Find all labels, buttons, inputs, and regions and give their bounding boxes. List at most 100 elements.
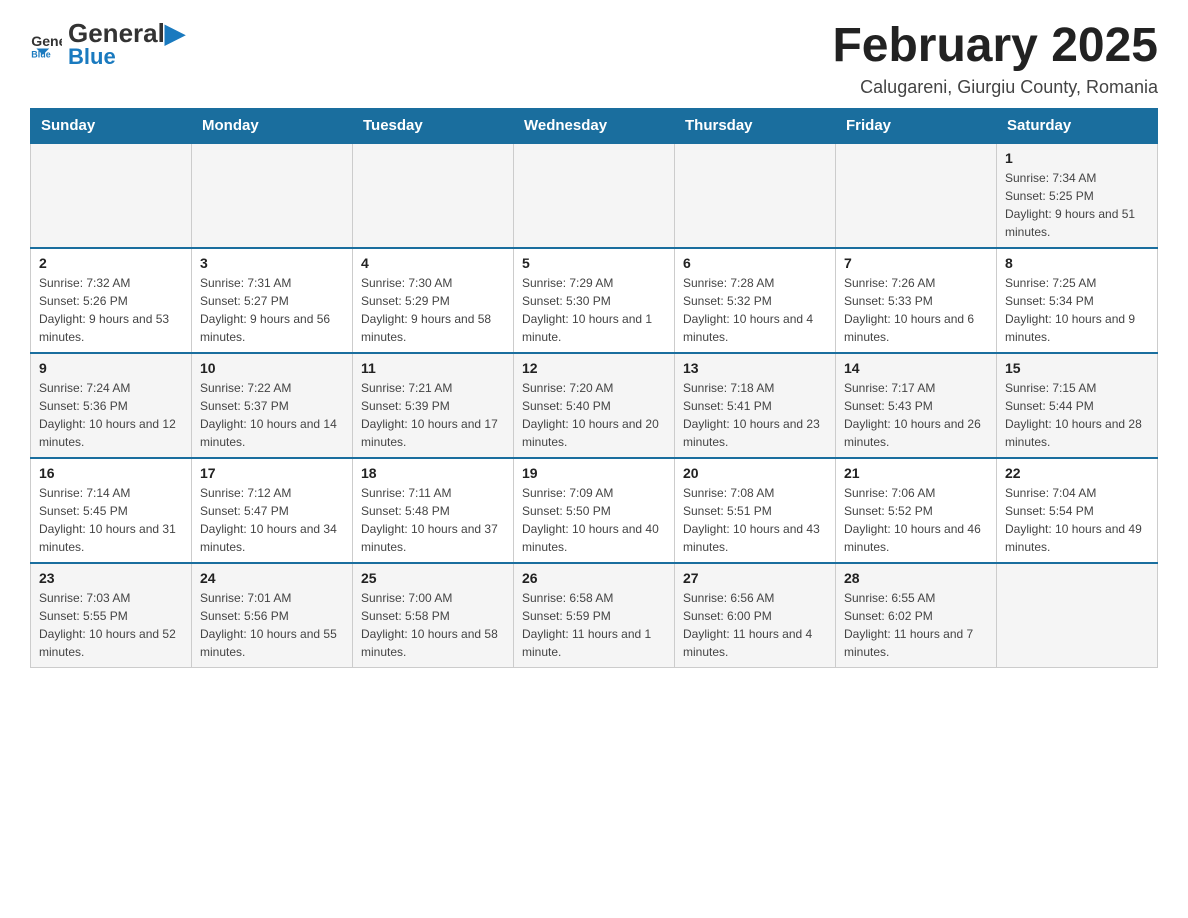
calendar-cell-w2-d2: 3Sunrise: 7:31 AMSunset: 5:27 PMDaylight…: [192, 248, 353, 353]
day-info: Sunrise: 7:04 AMSunset: 5:54 PMDaylight:…: [1005, 484, 1149, 556]
day-number: 13: [683, 360, 827, 376]
day-number: 17: [200, 465, 344, 481]
day-info: Sunrise: 7:34 AMSunset: 5:25 PMDaylight:…: [1005, 169, 1149, 241]
day-number: 15: [1005, 360, 1149, 376]
calendar-cell-w4-d4: 19Sunrise: 7:09 AMSunset: 5:50 PMDayligh…: [514, 458, 675, 563]
day-number: 20: [683, 465, 827, 481]
calendar-cell-w2-d1: 2 Sunrise: 7:32 AMSunset: 5:26 PMDaylight…: [31, 248, 192, 353]
calendar-header-row: Sunday Monday Tuesday Wednesday Thursday…: [31, 108, 1158, 143]
calendar-cell-w5-d3: 25 Sunrise: 7:00 AMSunset: 5:58 PMDayligh…: [353, 563, 514, 668]
logo-triangle-icon: ▶: [165, 18, 185, 48]
calendar-cell-w3-d7: 15Sunrise: 7:15 AMSunset: 5:44 PMDayligh…: [997, 353, 1158, 458]
month-title: February 2025: [832, 20, 1158, 73]
svg-text:General: General: [31, 33, 62, 49]
title-block: February 2025 Calugareni, Giurgiu County…: [832, 20, 1158, 98]
calendar-cell-w2-d6: 7 Sunrise: 7:26 AMSunset: 5:33 PMDaylight…: [836, 248, 997, 353]
calendar-cell-w1-d7: 1 Sunrise: 7:34 AMSunset: 5:25 PMDaylight…: [997, 143, 1158, 248]
day-info: Sunrise: 7:22 AMSunset: 5:37 PMDaylight:…: [200, 379, 344, 451]
calendar-cell-w3-d2: 10 Sunrise: 7:22 AMSunset: 5:37 PMDayligh…: [192, 353, 353, 458]
calendar-cell-w5-d1: 23 Sunrise: 7:03 AMSunset: 5:55 PMDayligh…: [31, 563, 192, 668]
day-number: 23: [39, 570, 183, 586]
col-friday: Friday: [836, 108, 997, 143]
day-number: 11: [361, 360, 505, 376]
day-number: 22: [1005, 465, 1149, 481]
day-info: Sunrise: 6:56 AMSunset: 6:00 PMDaylight:…: [683, 589, 827, 661]
day-number: 18: [361, 465, 505, 481]
calendar-week-5: 23 Sunrise: 7:03 AMSunset: 5:55 PMDayligh…: [31, 563, 1158, 668]
day-info: Sunrise: 7:17 AMSunset: 5:43 PMDaylight:…: [844, 379, 988, 451]
calendar-cell-w1-d2: [192, 143, 353, 248]
calendar-cell-w1-d1: [31, 143, 192, 248]
calendar-cell-w3-d5: 13 Sunrise: 7:18 AMSunset: 5:41 PMDayligh…: [675, 353, 836, 458]
col-tuesday: Tuesday: [353, 108, 514, 143]
day-number: 27: [683, 570, 827, 586]
calendar-week-1: 1 Sunrise: 7:34 AMSunset: 5:25 PMDaylight…: [31, 143, 1158, 248]
day-info: Sunrise: 7:18 AMSunset: 5:41 PMDaylight:…: [683, 379, 827, 451]
col-thursday: Thursday: [675, 108, 836, 143]
calendar-cell-w5-d2: 24 Sunrise: 7:01 AMSunset: 5:56 PMDayligh…: [192, 563, 353, 668]
day-number: 21: [844, 465, 988, 481]
calendar-cell-w1-d6: [836, 143, 997, 248]
calendar-cell-w3-d1: 9 Sunrise: 7:24 AMSunset: 5:36 PMDaylight…: [31, 353, 192, 458]
day-info: Sunrise: 7:11 AMSunset: 5:48 PMDaylight:…: [361, 484, 505, 556]
day-info: Sunrise: 7:30 AMSunset: 5:29 PMDaylight:…: [361, 274, 505, 346]
day-number: 7: [844, 255, 988, 271]
day-number: 9: [39, 360, 183, 376]
logo: General Blue General ▶ Blue: [30, 20, 185, 68]
day-info: Sunrise: 7:03 AMSunset: 5:55 PMDaylight:…: [39, 589, 183, 661]
calendar-cell-w2-d5: 6Sunrise: 7:28 AMSunset: 5:32 PMDaylight…: [675, 248, 836, 353]
calendar-cell-w1-d4: [514, 143, 675, 248]
day-number: 8: [1005, 255, 1149, 271]
page-header: General Blue General ▶ Blue February 2025…: [30, 20, 1158, 98]
calendar-cell-w4-d3: 18 Sunrise: 7:11 AMSunset: 5:48 PMDayligh…: [353, 458, 514, 563]
calendar-cell-w3-d3: 11 Sunrise: 7:21 AMSunset: 5:39 PMDayligh…: [353, 353, 514, 458]
calendar-cell-w2-d3: 4 Sunrise: 7:30 AMSunset: 5:29 PMDaylight…: [353, 248, 514, 353]
day-info: Sunrise: 7:21 AMSunset: 5:39 PMDaylight:…: [361, 379, 505, 451]
col-saturday: Saturday: [997, 108, 1158, 143]
day-number: 4: [361, 255, 505, 271]
logo-blue-text: Blue: [68, 44, 116, 69]
day-number: 5: [522, 255, 666, 271]
day-number: 12: [522, 360, 666, 376]
calendar-cell-w3-d4: 12 Sunrise: 7:20 AMSunset: 5:40 PMDayligh…: [514, 353, 675, 458]
calendar-cell-w5-d7: [997, 563, 1158, 668]
day-info: Sunrise: 7:20 AMSunset: 5:40 PMDaylight:…: [522, 379, 666, 451]
day-number: 1: [1005, 150, 1149, 166]
calendar-cell-w4-d6: 21 Sunrise: 7:06 AMSunset: 5:52 PMDayligh…: [836, 458, 997, 563]
calendar-cell-w3-d6: 14 Sunrise: 7:17 AMSunset: 5:43 PMDayligh…: [836, 353, 997, 458]
day-info: Sunrise: 7:12 AMSunset: 5:47 PMDaylight:…: [200, 484, 344, 556]
day-number: 24: [200, 570, 344, 586]
calendar-cell-w4-d1: 16Sunrise: 7:14 AMSunset: 5:45 PMDayligh…: [31, 458, 192, 563]
day-info: Sunrise: 7:06 AMSunset: 5:52 PMDaylight:…: [844, 484, 988, 556]
day-number: 25: [361, 570, 505, 586]
day-info: Sunrise: 7:26 AMSunset: 5:33 PMDaylight:…: [844, 274, 988, 346]
logo-icon: General Blue: [30, 28, 62, 60]
day-info: Sunrise: 7:01 AMSunset: 5:56 PMDaylight:…: [200, 589, 344, 661]
day-number: 16: [39, 465, 183, 481]
calendar-cell-w4-d7: 22 Sunrise: 7:04 AMSunset: 5:54 PMDayligh…: [997, 458, 1158, 563]
calendar-week-4: 16Sunrise: 7:14 AMSunset: 5:45 PMDayligh…: [31, 458, 1158, 563]
day-number: 10: [200, 360, 344, 376]
day-info: Sunrise: 7:08 AMSunset: 5:51 PMDaylight:…: [683, 484, 827, 556]
calendar-cell-w5-d4: 26Sunrise: 6:58 AMSunset: 5:59 PMDayligh…: [514, 563, 675, 668]
day-number: 28: [844, 570, 988, 586]
col-wednesday: Wednesday: [514, 108, 675, 143]
day-number: 2: [39, 255, 183, 271]
day-number: 14: [844, 360, 988, 376]
day-info: Sunrise: 7:00 AMSunset: 5:58 PMDaylight:…: [361, 589, 505, 661]
day-info: Sunrise: 6:58 AMSunset: 5:59 PMDaylight:…: [522, 589, 666, 661]
calendar-cell-w4-d2: 17 Sunrise: 7:12 AMSunset: 5:47 PMDayligh…: [192, 458, 353, 563]
day-info: Sunrise: 7:31 AMSunset: 5:27 PMDaylight:…: [200, 274, 344, 346]
day-info: Sunrise: 7:24 AMSunset: 5:36 PMDaylight:…: [39, 379, 183, 451]
calendar-week-2: 2 Sunrise: 7:32 AMSunset: 5:26 PMDaylight…: [31, 248, 1158, 353]
col-monday: Monday: [192, 108, 353, 143]
calendar-cell-w5-d6: 28Sunrise: 6:55 AMSunset: 6:02 PMDayligh…: [836, 563, 997, 668]
day-info: Sunrise: 7:25 AMSunset: 5:34 PMDaylight:…: [1005, 274, 1149, 346]
day-info: Sunrise: 7:29 AMSunset: 5:30 PMDaylight:…: [522, 274, 666, 346]
day-info: Sunrise: 7:32 AMSunset: 5:26 PMDaylight:…: [39, 274, 183, 346]
calendar-cell-w4-d5: 20 Sunrise: 7:08 AMSunset: 5:51 PMDayligh…: [675, 458, 836, 563]
svg-text:Blue: Blue: [31, 49, 50, 59]
day-number: 6: [683, 255, 827, 271]
calendar-cell-w2-d4: 5 Sunrise: 7:29 AMSunset: 5:30 PMDaylight…: [514, 248, 675, 353]
calendar-cell-w1-d3: [353, 143, 514, 248]
